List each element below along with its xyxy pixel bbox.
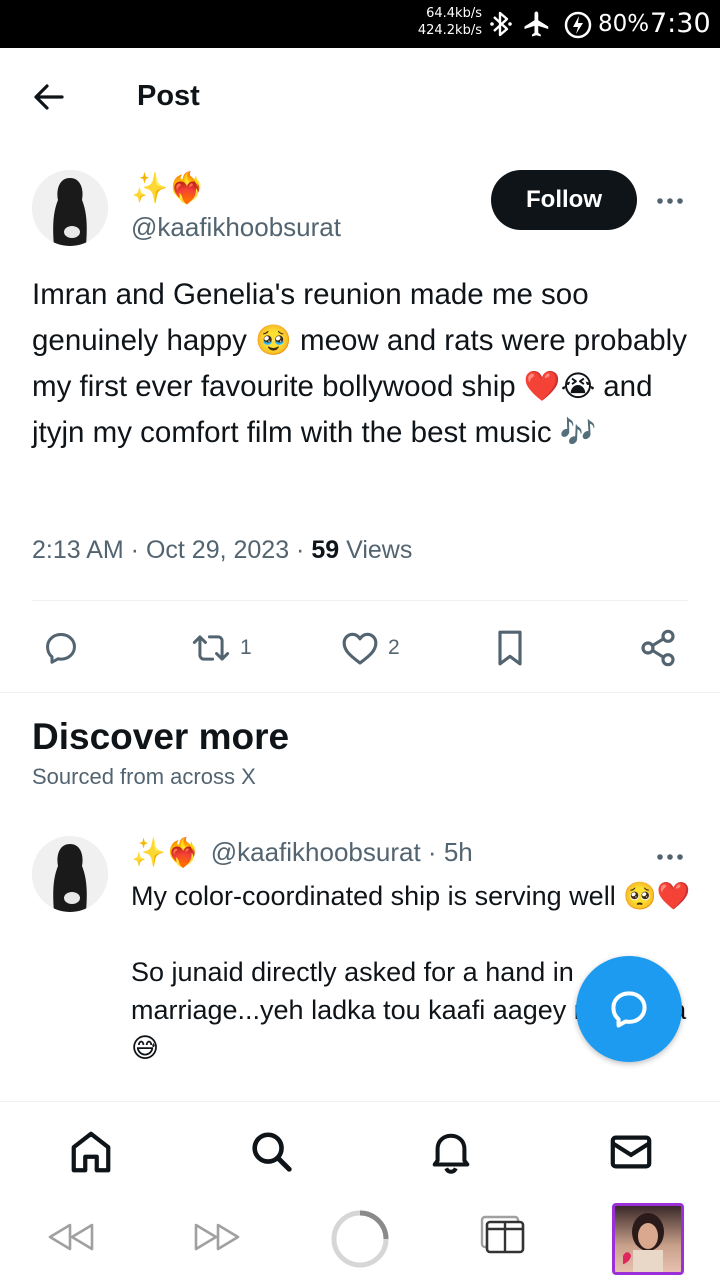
profile-thumbnail-image [623, 1213, 664, 1272]
discover-title: Discover more [32, 716, 290, 757]
user-handle[interactable]: @kaafikhoobsurat [131, 212, 341, 243]
clock: 7:30 [650, 8, 711, 39]
battery-saver-icon [564, 11, 592, 39]
share-button[interactable] [638, 628, 678, 668]
avatar-image [32, 836, 108, 912]
bookmark-icon [498, 630, 522, 666]
airplane-icon [524, 11, 549, 37]
follow-button[interactable]: Follow [491, 170, 637, 230]
home-icon[interactable] [68, 1128, 114, 1176]
tweet-time: 2:13 AM [32, 536, 124, 564]
upload-speed: 424.2kb/s [417, 23, 482, 38]
tweet-date: Oct 29, 2023 [145, 536, 290, 564]
share-icon [641, 629, 675, 667]
heart-icon [342, 632, 378, 665]
tweet-age: 5h [443, 837, 473, 867]
more-options-icon[interactable] [656, 853, 684, 861]
bookmark-button[interactable] [492, 628, 528, 668]
loading-icon[interactable] [330, 1209, 390, 1269]
fast-forward-icon[interactable] [192, 1219, 242, 1255]
tweet-meta: 2:13 AM · Oct 29, 2023 · 59 Views [32, 536, 413, 564]
retweet-count: 1 [240, 636, 252, 659]
avatar[interactable] [32, 836, 108, 912]
tweet-line: My color-coordinated ship is serving wel… [131, 881, 691, 911]
search-icon[interactable] [248, 1128, 294, 1176]
divider [0, 692, 720, 693]
divider [32, 600, 688, 601]
bell-icon[interactable] [428, 1128, 474, 1176]
reply-icon [46, 633, 76, 664]
views-count: 59 [311, 536, 340, 564]
avatar[interactable] [32, 170, 108, 246]
more-options-icon[interactable] [656, 197, 684, 205]
tabs-icon[interactable] [478, 1213, 528, 1257]
rewind-icon[interactable] [46, 1219, 96, 1255]
separator-dot: · [420, 837, 444, 867]
tweet-header: ✨❤️‍🔥 @kaafikhoobsurat · 5h [131, 836, 473, 869]
reply-plus-icon [611, 991, 647, 1028]
bluetooth-icon [490, 11, 512, 37]
tweet-text: Imran and Genelia's reunion made me soo … [32, 278, 687, 449]
discover-subtitle: Sourced from across X [32, 764, 256, 789]
battery-level: 80% [598, 11, 650, 37]
user-handle[interactable]: @kaafikhoobsurat [211, 837, 421, 868]
download-speed: 64.4kb/s [426, 6, 482, 21]
views-label[interactable]: Views [346, 536, 412, 564]
compose-reply-button[interactable] [576, 956, 682, 1062]
display-name[interactable]: ✨❤️‍🔥 [131, 836, 201, 869]
arrow-left-icon[interactable] [30, 80, 70, 114]
retweet-icon [192, 635, 230, 661]
avatar-image [32, 170, 108, 246]
status-bar: 64.4kb/s 424.2kb/s 80% 7:30 [0, 0, 720, 48]
like-button[interactable]: 2 [340, 628, 400, 668]
retweet-button[interactable]: 1 [190, 628, 252, 668]
mail-icon[interactable] [608, 1128, 654, 1176]
profile-thumbnail[interactable] [612, 1203, 684, 1275]
like-count: 2 [388, 636, 400, 659]
page-title: Post [137, 80, 200, 112]
tweet-spacer [131, 915, 691, 953]
reply-button[interactable] [42, 628, 80, 668]
network-speed: 64.4kb/s 424.2kb/s [412, 5, 482, 39]
bottom-nav [0, 1101, 720, 1201]
display-name[interactable]: ✨❤️‍🔥 [131, 171, 206, 207]
